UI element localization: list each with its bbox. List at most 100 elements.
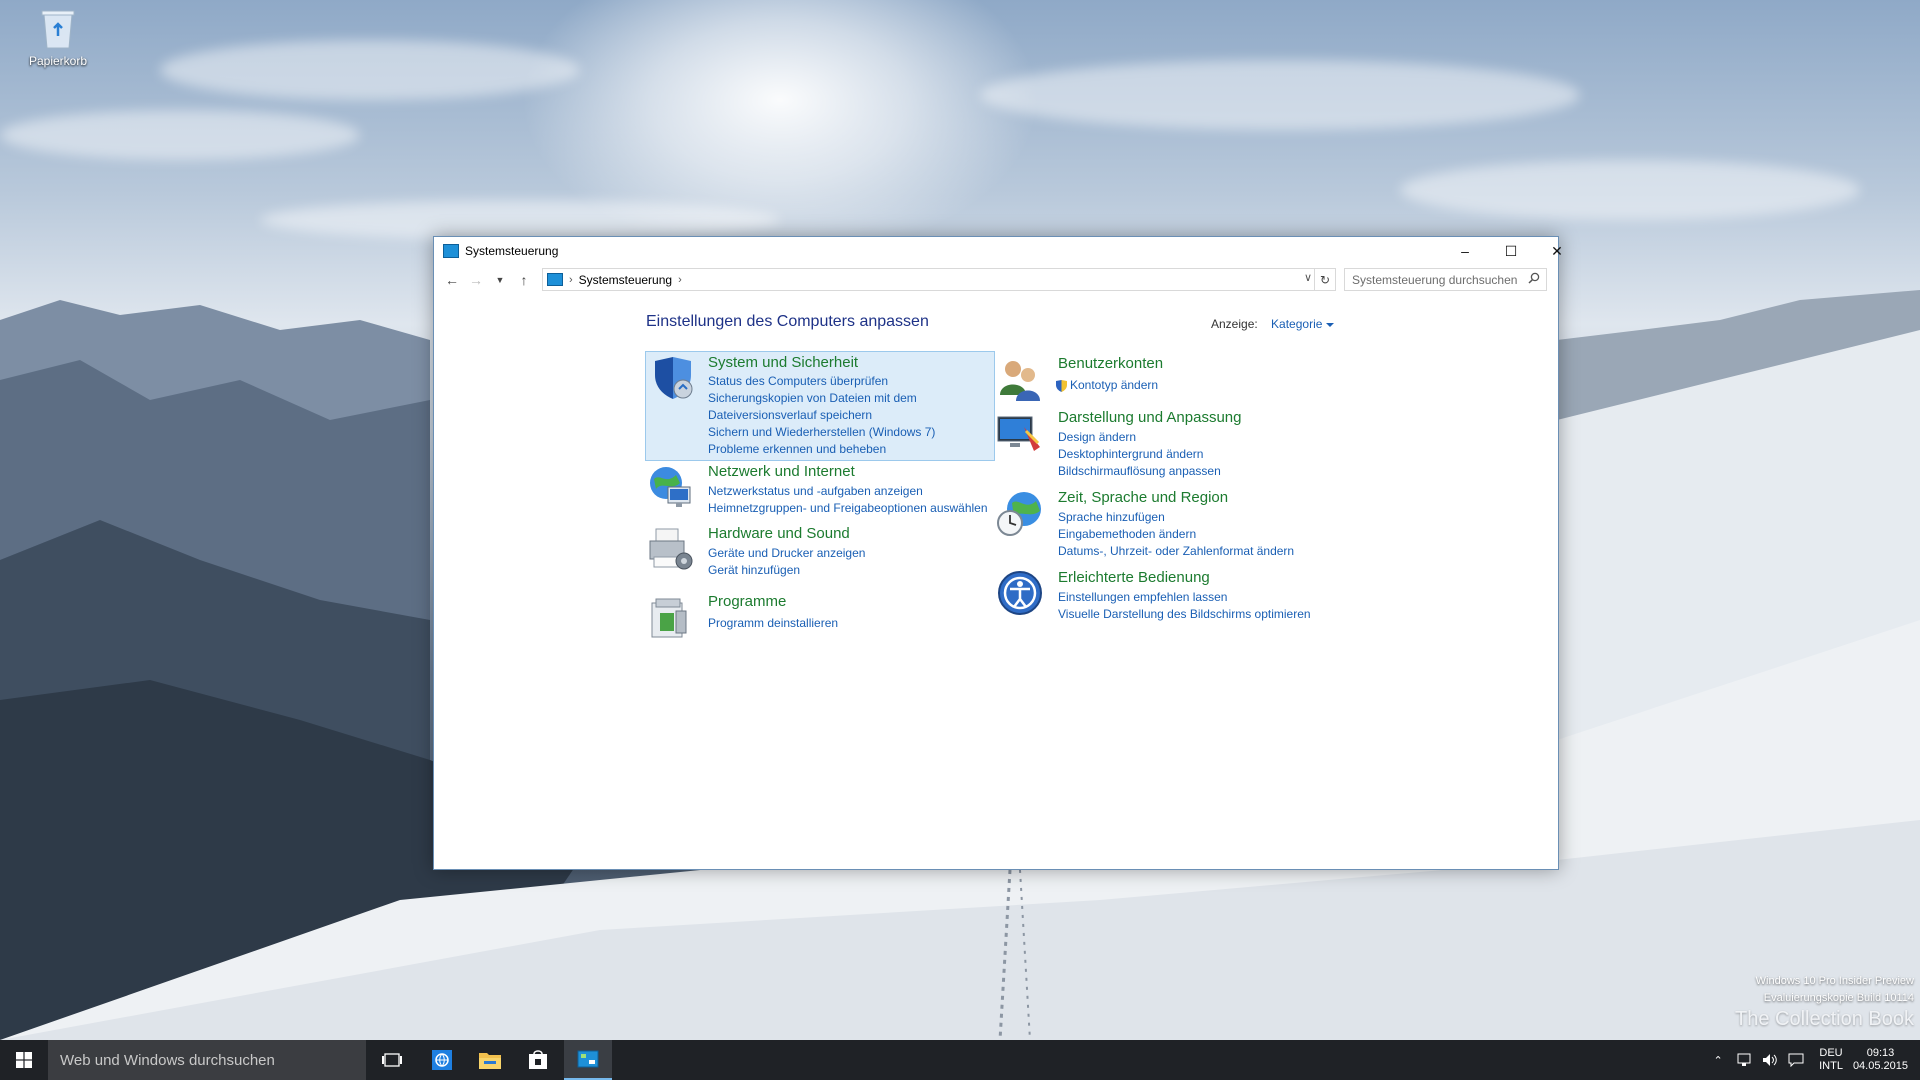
category-programs[interactable]: Programme Programm deinstallieren — [646, 593, 986, 643]
taskbar-file-explorer[interactable] — [466, 1040, 514, 1080]
windows-logo-icon — [15, 1052, 32, 1068]
link-backup-cont[interactable]: Dateiversionsverlauf speichern — [708, 407, 935, 424]
link-network-status[interactable]: Netzwerkstatus und -aufgaben anzeigen — [708, 483, 988, 500]
volume-icon[interactable] — [1761, 1053, 1779, 1067]
link-add-language[interactable]: Sprache hinzufügen — [1058, 509, 1294, 526]
clock-date: 04.05.2015 — [1852, 1060, 1908, 1072]
taskbar-browser[interactable] — [418, 1040, 466, 1080]
category-links: Status des Computers überprüfen Sicherun… — [708, 373, 935, 458]
category-hardware-sound[interactable]: Hardware und Sound Geräte und Drucker an… — [646, 525, 986, 585]
link-change-account-type-label[interactable]: Kontotyp ändern — [1070, 378, 1158, 392]
breadcrumb-systemsteuerung[interactable]: Systemsteuerung — [579, 273, 672, 287]
system-tray: ⌃ DEU INTL 09:13 04.05.2015 — [1705, 1040, 1920, 1080]
watermark-line: Windows 10 Pro Insider Preview — [1755, 975, 1914, 987]
network-icon[interactable] — [1735, 1053, 1753, 1067]
ease-of-access-icon — [996, 569, 1044, 617]
taskbar-control-panel[interactable] — [564, 1040, 612, 1080]
control-panel-icon — [547, 273, 563, 286]
search-placeholder: Systemsteuerung durchsuchen — [1352, 272, 1518, 287]
minimize-button[interactable]: – — [1442, 237, 1488, 265]
breadcrumb-separator-icon[interactable]: › — [678, 274, 682, 286]
category-title[interactable]: Netzwerk und Internet — [708, 463, 855, 480]
content-area: Einstellungen des Computers anpassen Anz… — [434, 295, 1558, 869]
link-optimize-display[interactable]: Visuelle Darstellung des Bildschirms opt… — [1058, 606, 1311, 623]
category-title[interactable]: Erleichterte Bedienung — [1058, 569, 1210, 586]
link-adjust-resolution[interactable]: Bildschirmauflösung anpassen — [1058, 463, 1221, 480]
category-network-internet[interactable]: Netzwerk und Internet Netzwerkstatus und… — [646, 463, 1006, 523]
show-hidden-icons-button[interactable]: ⌃ — [1709, 1053, 1727, 1067]
link-change-background[interactable]: Desktophintergrund ändern — [1058, 446, 1221, 463]
category-links: Kontotyp ändern — [1056, 377, 1158, 394]
link-change-account-type[interactable]: Kontotyp ändern — [1056, 377, 1158, 394]
recent-locations-button[interactable]: ▼ — [488, 268, 512, 292]
back-button[interactable]: ← — [440, 268, 464, 292]
programs-icon — [646, 593, 694, 641]
desktop-recycle-bin[interactable]: Papierkorb — [22, 6, 94, 68]
link-devices-printers[interactable]: Geräte und Drucker anzeigen — [708, 545, 865, 562]
input-language-indicator[interactable]: DEU INTL — [1819, 1047, 1843, 1073]
link-status[interactable]: Status des Computers überprüfen — [708, 373, 935, 390]
control-panel-window: Systemsteuerung – ☐ ✕ ← → ▼ ↑ › Systemst… — [433, 236, 1563, 870]
category-title[interactable]: Darstellung und Anpassung — [1058, 409, 1241, 426]
page-title: Einstellungen des Computers anpassen — [646, 313, 929, 330]
breadcrumb-separator-icon[interactable]: › — [569, 274, 573, 286]
lang-bottom: INTL — [1819, 1060, 1843, 1072]
category-user-accounts[interactable]: Benutzerkonten Kontotyp ändern — [996, 355, 1256, 405]
view-label: Anzeige: — [1211, 317, 1258, 331]
address-bar[interactable]: › Systemsteuerung › ∨ — [542, 268, 1315, 291]
category-appearance[interactable]: Darstellung und Anpassung Design ändern … — [996, 409, 1276, 478]
recycle-bin-icon — [38, 6, 78, 50]
refresh-button[interactable]: ↻ — [1314, 268, 1336, 291]
forward-button[interactable]: → — [464, 268, 488, 292]
link-backup[interactable]: Sicherungskopien von Dateien mit dem — [708, 390, 935, 407]
browser-icon — [432, 1050, 452, 1070]
chevron-down-icon[interactable] — [1326, 322, 1335, 327]
store-icon — [529, 1050, 547, 1069]
maximize-button[interactable]: ☐ — [1488, 237, 1534, 265]
chevron-down-icon[interactable]: ∨ — [1304, 271, 1312, 284]
category-title[interactable]: System und Sicherheit — [708, 354, 858, 371]
category-links: Sprache hinzufügen Eingabemethoden änder… — [1058, 509, 1294, 560]
taskbar-search-text: Web und Windows durchsuchen — [60, 1051, 275, 1069]
category-clock-language-region[interactable]: Zeit, Sprache und Region Sprache hinzufü… — [996, 489, 1296, 558]
action-center-icon[interactable] — [1787, 1053, 1805, 1067]
category-title[interactable]: Hardware und Sound — [708, 525, 850, 542]
folder-icon — [479, 1053, 501, 1069]
link-change-format[interactable]: Datums-, Uhrzeit- oder Zahlenformat ände… — [1058, 543, 1294, 560]
taskbar-store[interactable] — [514, 1040, 562, 1080]
taskbar-search-input[interactable]: Web und Windows durchsuchen — [48, 1040, 366, 1080]
link-change-theme[interactable]: Design ändern — [1058, 429, 1221, 446]
category-links: Design ändern Desktophintergrund ändern … — [1058, 429, 1221, 480]
category-links: Programm deinstallieren — [708, 615, 838, 632]
link-homegroup[interactable]: Heimnetzgruppen- und Freigabeoptionen au… — [708, 500, 988, 517]
uac-shield-icon — [1056, 379, 1067, 392]
title-bar[interactable]: Systemsteuerung – ☐ ✕ — [434, 237, 1563, 265]
category-ease-of-access[interactable]: Erleichterte Bedienung Einstellungen emp… — [996, 569, 1311, 621]
category-title[interactable]: Benutzerkonten — [1058, 355, 1163, 372]
category-title[interactable]: Programme — [708, 593, 786, 610]
task-view-button[interactable] — [368, 1040, 416, 1080]
link-add-device[interactable]: Gerät hinzufügen — [708, 562, 865, 579]
lang-top: DEU — [1819, 1047, 1843, 1059]
category-title[interactable]: Zeit, Sprache und Region — [1058, 489, 1228, 506]
link-restore[interactable]: Sichern und Wiederherstellen (Windows 7) — [708, 424, 935, 441]
clock[interactable]: 09:13 04.05.2015 — [1853, 1047, 1908, 1073]
clock-time: 09:13 — [1866, 1047, 1895, 1059]
category-system-security[interactable]: System und Sicherheit Status des Compute… — [645, 351, 995, 461]
watermark-line: Evaluierungskopie Build 10114 — [1763, 992, 1914, 1004]
search-icon[interactable] — [1528, 272, 1540, 287]
link-recommend-settings[interactable]: Einstellungen empfehlen lassen — [1058, 589, 1311, 606]
window-title: Systemsteuerung — [465, 244, 559, 258]
link-uninstall-program[interactable]: Programm deinstallieren — [708, 615, 838, 632]
start-button[interactable] — [0, 1040, 47, 1080]
globe-clock-icon — [996, 489, 1044, 537]
link-troubleshoot[interactable]: Probleme erkennen und beheben — [708, 441, 935, 458]
close-button[interactable]: ✕ — [1534, 237, 1580, 265]
search-input[interactable]: Systemsteuerung durchsuchen — [1344, 268, 1547, 291]
view-selector: Anzeige: Kategorie — [1211, 317, 1335, 331]
view-dropdown[interactable]: Kategorie — [1271, 317, 1322, 331]
navigation-bar: ← → ▼ ↑ › Systemsteuerung › ∨ ↻ Systemst… — [434, 265, 1558, 295]
link-change-input[interactable]: Eingabemethoden ändern — [1058, 526, 1294, 543]
control-panel-icon — [443, 244, 459, 258]
up-button[interactable]: ↑ — [512, 268, 536, 292]
